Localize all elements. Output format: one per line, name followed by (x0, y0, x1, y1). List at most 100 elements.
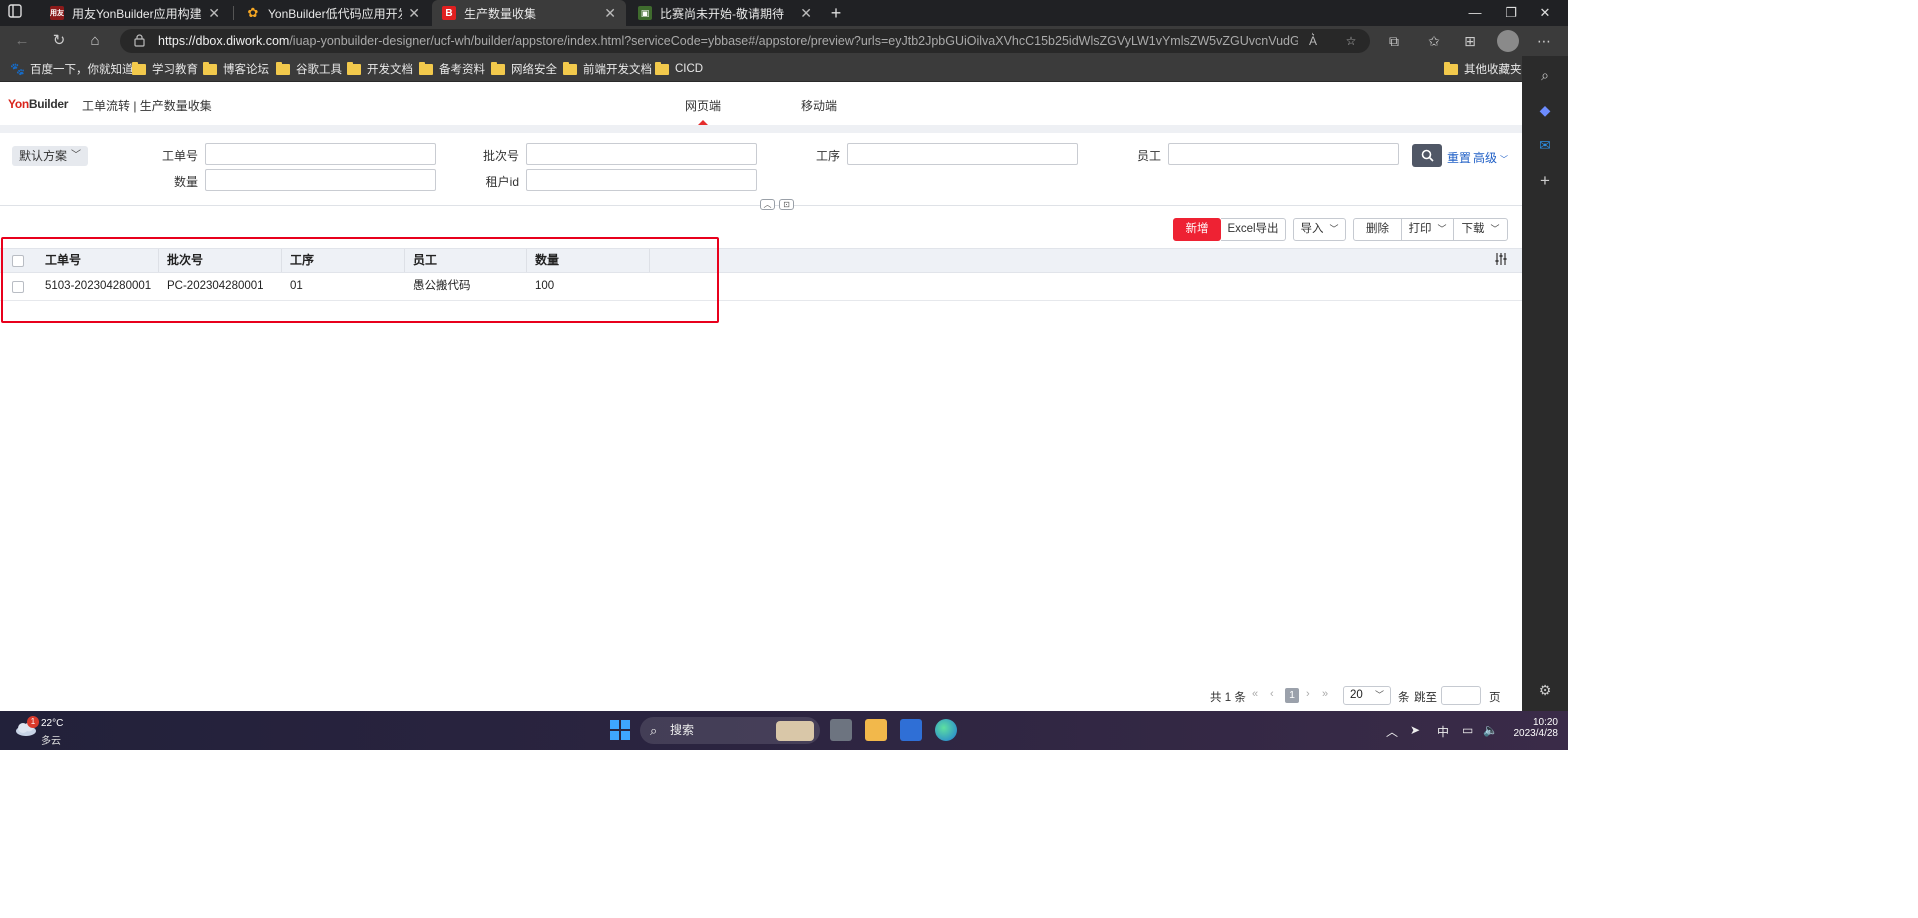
goto-page-input[interactable] (1441, 686, 1481, 705)
taskbar-clock[interactable]: 10:20 2023/4/28 (1508, 717, 1559, 739)
home-icon[interactable]: ⌂ (83, 30, 107, 52)
reset-link[interactable]: 重置 (1447, 149, 1471, 166)
url-field[interactable]: https://dbox.diwork.com/iuap-yonbuilder-… (120, 29, 1370, 53)
copilot-icon[interactable]: ◆ (1534, 99, 1556, 121)
more-menu-icon[interactable]: ⋯ (1533, 30, 1555, 52)
import-button[interactable]: 导入 ﹀ (1293, 218, 1346, 241)
advanced-label: 高级 (1473, 151, 1498, 165)
prev-page-icon[interactable]: ‹ (1270, 688, 1274, 700)
collections-icon[interactable]: ⊞ (1459, 30, 1481, 52)
bookmark-folder-exam[interactable]: 备考资料 (419, 61, 485, 77)
microsoft-store-icon[interactable] (900, 719, 922, 741)
bookmark-folder-blog[interactable]: 博客论坛 (203, 61, 269, 77)
logo-part: Yon (8, 97, 29, 111)
browser-tab-4[interactable]: ▣ 比赛尚未开始-敬请期待 ✕ (628, 0, 822, 26)
browser-tab-3-active[interactable]: B 生产数量收集 ✕ (432, 0, 626, 26)
add-button[interactable]: 新增 (1173, 218, 1221, 241)
tray-overflow-icon[interactable]: ︿ (1386, 723, 1398, 740)
weather-notification-badge: 1 (27, 716, 39, 728)
advanced-link[interactable]: 高级 ﹀ (1473, 149, 1508, 166)
tab-mobile[interactable]: 移动端 (801, 97, 837, 114)
favorites-icon[interactable]: ✩ (1423, 30, 1445, 52)
filter-label-quantity: 数量 (173, 175, 198, 189)
filter-panel: 默认方案 ﹀ 工单号 批次号 工序 员工 数量 租户id 重置 高级 ﹀ (0, 133, 1522, 205)
new-tab-icon[interactable]: + (826, 2, 846, 24)
network-icon[interactable]: ▭ (1462, 723, 1473, 737)
bookmark-label: 谷歌工具 (296, 64, 342, 76)
windows-start-icon[interactable] (610, 720, 630, 740)
ime-indicator[interactable]: 中 (1437, 723, 1449, 740)
volume-icon[interactable]: 🔈 (1483, 723, 1498, 737)
tab-title: 用友YonBuilder应用构建平台-可 (72, 6, 202, 21)
bookmark-label: CICD (675, 63, 704, 75)
process-input[interactable] (847, 143, 1078, 165)
page-size-select[interactable]: 20 ﹀ (1343, 686, 1391, 705)
page-number-current[interactable]: 1 (1285, 688, 1299, 703)
close-window-icon[interactable]: ✕ (1522, 0, 1568, 26)
search-placeholder: 搜索 (670, 723, 695, 737)
bookmark-folder-study[interactable]: 学习教育 (132, 61, 198, 77)
scheme-label: 默认方案 (19, 149, 68, 163)
folder-icon (203, 61, 217, 75)
task-view-icon[interactable] (830, 719, 852, 741)
page-breadcrumb: 工单流转 | 生产数量收集 (82, 99, 212, 113)
bookmark-folder-cicd[interactable]: CICD (655, 61, 703, 77)
location-icon[interactable]: ➤ (1410, 723, 1420, 737)
bookmark-label: 博客论坛 (223, 64, 269, 76)
search-icon[interactable]: ⌕ (1534, 64, 1556, 86)
close-tab-icon[interactable]: ✕ (408, 5, 420, 22)
bookmark-folder-devdocs[interactable]: 开发文档 (347, 61, 413, 77)
excel-export-button[interactable]: Excel导出 (1221, 218, 1286, 241)
settings-gear-icon[interactable]: ⚙ (1534, 679, 1556, 701)
lock-icon (134, 34, 146, 48)
file-explorer-icon[interactable] (865, 719, 887, 741)
windows-taskbar: 1 22°C 多云 ⌕ 搜索 ︿ ➤ 中 ▭ 🔈 10:20 2023/4/28 (0, 711, 1568, 750)
chevron-down-icon: ﹀ (1374, 690, 1384, 700)
tab-web[interactable]: 网页端 (685, 97, 721, 114)
address-bar: ← ↻ ⌂ https://dbox.diwork.com/iuap-yonbu… (0, 26, 1568, 56)
read-aloud-icon[interactable]: A͛ (1304, 32, 1322, 50)
chevron-down-icon: ﹀ (1490, 224, 1500, 234)
total-suffix: 条 (1234, 692, 1246, 704)
extensions-icon[interactable]: ⧉ (1383, 30, 1405, 52)
search-button[interactable] (1412, 144, 1442, 167)
batch-no-input[interactable] (526, 143, 757, 165)
employee-input[interactable] (1168, 143, 1399, 165)
browser-tab-1[interactable]: 用友 用友YonBuilder应用构建平台-可 ✕ (40, 0, 230, 26)
next-page-icon[interactable]: › (1306, 688, 1310, 700)
bookmark-folder-other[interactable]: 其他收藏夹 (1444, 61, 1522, 77)
quantity-input[interactable] (205, 169, 436, 191)
order-no-input[interactable] (205, 143, 436, 165)
last-page-icon[interactable]: » (1322, 688, 1328, 700)
first-page-icon[interactable]: « (1252, 688, 1258, 700)
bookmark-folder-google[interactable]: 谷歌工具 (276, 61, 342, 77)
delete-button[interactable]: 删除 (1353, 218, 1402, 241)
refresh-icon[interactable]: ↻ (47, 30, 71, 52)
close-tab-icon[interactable]: ✕ (604, 5, 616, 22)
chevron-down-icon: ﹀ (71, 150, 81, 161)
pin-icon[interactable]: ⊡ (779, 199, 794, 210)
bookmark-folder-security[interactable]: 网络安全 (491, 61, 557, 77)
profile-avatar[interactable] (1497, 30, 1519, 52)
tab-actions-icon[interactable] (8, 4, 28, 22)
back-icon[interactable]: ← (10, 30, 34, 52)
tenant-id-input[interactable] (526, 169, 757, 191)
page-unit: 页 (1489, 692, 1501, 704)
collapse-up-icon[interactable]: ︿ (760, 199, 775, 210)
browser-tab-strip: 用友 用友YonBuilder应用构建平台-可 ✕ ✿ YonBuilder低代… (0, 0, 1568, 26)
search-highlight-icon[interactable] (776, 721, 814, 741)
outlook-icon[interactable]: ✉ (1534, 134, 1556, 156)
favorite-star-icon[interactable]: ☆ (1342, 32, 1360, 50)
column-settings-icon[interactable] (1493, 252, 1509, 268)
folder-icon (347, 61, 361, 75)
bookmark-folder-frontend[interactable]: 前端开发文档 (563, 61, 652, 77)
bookmark-baidu[interactable]: 🐾 百度一下，你就知道 (10, 61, 134, 77)
browser-tab-2[interactable]: ✿ YonBuilder低代码应用开发 ✕ (236, 0, 430, 26)
edge-browser-icon[interactable] (935, 719, 957, 741)
close-tab-icon[interactable]: ✕ (208, 5, 220, 22)
print-button[interactable]: 打印 ﹀ (1401, 218, 1454, 241)
download-button[interactable]: 下载 ﹀ (1453, 218, 1508, 241)
scheme-dropdown[interactable]: 默认方案 ﹀ (12, 146, 88, 166)
add-sidebar-app-icon[interactable]: + (1534, 170, 1556, 192)
close-tab-icon[interactable]: ✕ (800, 5, 812, 22)
